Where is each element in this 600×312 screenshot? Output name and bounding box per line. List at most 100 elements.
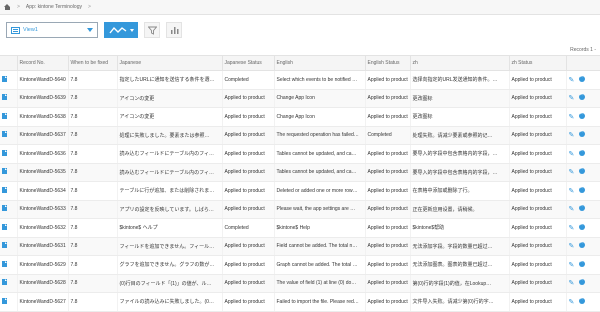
table-row[interactable]: KintoneWandD-5634 7.8 テーブルに行が追加、または削除されま… A…	[0, 181, 600, 201]
zh-cell: $kintone$帮助	[410, 218, 510, 238]
delete-icon[interactable]	[578, 74, 585, 82]
breadcrumb-app[interactable]: App: kintone Terminology	[26, 4, 82, 10]
view-select[interactable]: View1	[6, 22, 98, 38]
zh-cell: 更改图标	[410, 89, 510, 108]
zh-cell: 第(0)行的字段(1)的值，在Lookup…	[410, 274, 510, 293]
row-detail-cell[interactable]	[0, 200, 18, 219]
delete-icon[interactable]	[578, 111, 585, 119]
english-status-cell: Completed	[365, 126, 411, 145]
column-header-actions	[566, 55, 600, 71]
row-actions-cell: ✎	[566, 70, 600, 90]
column-header-japanese-status[interactable]: Japanese Status	[222, 55, 275, 71]
japanese-status-cell: Applied to product	[222, 274, 275, 293]
delete-icon[interactable]	[578, 129, 585, 138]
record-detail-icon[interactable]	[2, 149, 7, 156]
column-header-zh[interactable]: zh	[410, 55, 510, 71]
row-detail-cell[interactable]	[0, 126, 18, 145]
edit-icon[interactable]: ✎	[569, 95, 575, 102]
edit-icon[interactable]: ✎	[569, 114, 575, 121]
record-detail-icon[interactable]	[2, 131, 7, 138]
zh-status-cell: Applied to product	[509, 292, 567, 312]
edit-icon[interactable]: ✎	[569, 280, 575, 287]
row-detail-cell[interactable]	[0, 237, 18, 256]
table-row[interactable]: KintoneWandD-5639 7.8 アイコンの変更 Applied to pr…	[0, 89, 600, 108]
delete-icon[interactable]	[578, 203, 585, 212]
table-row[interactable]: KintoneWandD-5637 7.8 処理に失敗しました。要素または参照… Ap…	[0, 126, 600, 145]
column-header-english-status[interactable]: English Status	[365, 55, 411, 71]
edit-icon[interactable]: ✎	[569, 151, 575, 158]
row-detail-cell[interactable]	[0, 89, 18, 108]
graph-settings-button[interactable]	[166, 22, 182, 38]
english-status-cell: Applied to product	[365, 163, 411, 182]
record-detail-icon[interactable]	[2, 112, 7, 119]
edit-icon[interactable]: ✎	[569, 188, 575, 195]
row-detail-cell[interactable]	[0, 255, 18, 275]
table-row[interactable]: KintoneWandD-5629 7.8 グラフを追加できません。グラフの数が… A…	[0, 255, 600, 275]
row-detail-cell[interactable]	[0, 181, 18, 201]
delete-icon[interactable]	[578, 277, 585, 286]
zh-cell: 更改图标	[410, 107, 510, 127]
delete-icon[interactable]	[578, 148, 585, 156]
record-detail-icon[interactable]	[2, 223, 7, 230]
record-detail-icon[interactable]	[2, 260, 7, 267]
zh-status-cell: Applied to product	[509, 255, 567, 275]
filter-button[interactable]	[144, 22, 160, 38]
delete-icon[interactable]	[578, 259, 585, 267]
record-detail-icon[interactable]	[2, 75, 7, 82]
zh-status-cell: Applied to product	[509, 200, 567, 219]
table-row[interactable]: KintoneWandD-5638 7.8 アイコンの変更 Applied to pr…	[0, 107, 600, 127]
edit-icon[interactable]: ✎	[569, 299, 575, 306]
edit-icon[interactable]: ✎	[569, 169, 575, 176]
table-row[interactable]: KintoneWandD-5632 7.8 $kintone$ ヘルプ Complet…	[0, 218, 600, 238]
row-detail-cell[interactable]	[0, 70, 18, 90]
japanese-cell: アプリの設定を反映しています。しばら…	[117, 200, 223, 219]
table-row[interactable]: KintoneWandD-5633 7.8 アプリの設定を反映しています。しばら… A…	[0, 200, 600, 219]
record-detail-icon[interactable]	[2, 242, 7, 249]
row-detail-cell[interactable]	[0, 218, 18, 238]
record-detail-icon[interactable]	[2, 186, 7, 193]
record-detail-icon[interactable]	[2, 168, 7, 175]
edit-icon[interactable]: ✎	[569, 225, 575, 232]
column-header-japanese[interactable]: Japanese	[117, 55, 223, 71]
table-row[interactable]: KintoneWandD-5631 7.8 フィールドを追加できません。フィール… A…	[0, 237, 600, 256]
graph-button[interactable]	[104, 22, 138, 38]
delete-icon[interactable]	[578, 240, 585, 249]
column-header-english[interactable]: English	[274, 55, 366, 71]
row-detail-cell[interactable]	[0, 274, 18, 293]
delete-icon[interactable]	[578, 222, 585, 230]
column-header-record-no[interactable]: Record No.	[17, 55, 69, 71]
edit-icon[interactable]: ✎	[569, 243, 575, 250]
delete-icon[interactable]	[578, 185, 585, 193]
delete-icon[interactable]	[578, 166, 585, 175]
zh-cell: 无法添加图表。图表的数量已超过…	[410, 255, 510, 275]
record-detail-icon[interactable]	[2, 279, 7, 286]
record-detail-icon[interactable]	[2, 205, 7, 212]
table-row[interactable]: KintoneWandD-5635 7.8 読み込むフィールドにテーブル内のフィ… A…	[0, 163, 600, 182]
table-row[interactable]: KintoneWandD-5640 7.8 指定したURLに通知を送信する条件を選……	[0, 70, 600, 90]
zh-status-cell: Applied to product	[509, 126, 567, 145]
edit-icon[interactable]: ✎	[569, 206, 575, 213]
row-detail-cell[interactable]	[0, 292, 18, 312]
edit-icon[interactable]: ✎	[569, 77, 575, 84]
edit-icon[interactable]: ✎	[569, 262, 575, 269]
column-header-zh-status[interactable]: zh Status	[509, 55, 567, 71]
delete-icon[interactable]	[578, 92, 585, 101]
record-detail-icon[interactable]	[2, 297, 7, 304]
english-cell: Failed to import the file. Please red…	[274, 292, 366, 312]
filter-icon	[147, 26, 157, 35]
english-cell: The requested operation has failed…	[274, 126, 366, 145]
table-row[interactable]: KintoneWandD-5627 7.8 ファイルの読み込みに失敗しました。(0……	[0, 292, 600, 312]
table-row[interactable]: KintoneWandD-5636 7.8 読み込むフィールドにテーブル内のフィ… A…	[0, 144, 600, 164]
home-icon[interactable]	[4, 4, 11, 10]
table-row[interactable]: KintoneWandD-5628 7.8 (0)行目のフィールド「(1)」の値が、…	[0, 274, 600, 293]
column-header-when-to-be-fixed[interactable]: When to be fixed	[68, 55, 118, 71]
english-status-cell: Applied to product	[365, 255, 411, 275]
row-detail-cell[interactable]	[0, 144, 18, 164]
edit-icon[interactable]: ✎	[569, 132, 575, 139]
record-detail-icon[interactable]	[2, 94, 7, 101]
delete-icon[interactable]	[578, 296, 585, 304]
row-detail-cell[interactable]	[0, 163, 18, 182]
row-detail-cell[interactable]	[0, 107, 18, 127]
english-cell: Graph cannot be added. The total …	[274, 255, 366, 275]
english-cell: Deleted or added one or more row…	[274, 181, 366, 201]
